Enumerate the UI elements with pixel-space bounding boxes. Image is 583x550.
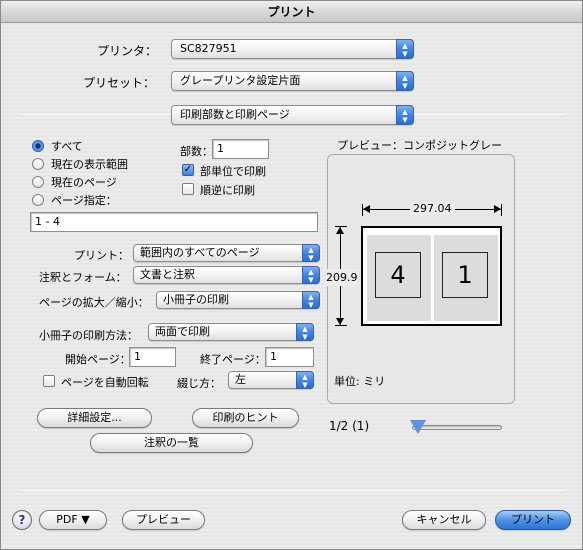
- panel-value: 印刷部数と印刷ページ: [180, 108, 290, 121]
- comments-value: 文書と注釈: [140, 268, 195, 281]
- preset-popup[interactable]: グレープリンタ設定片面 ▲ ▼: [171, 71, 414, 91]
- preview-button[interactable]: プレビュー: [122, 510, 205, 530]
- booklet-label: 小冊子の印刷方法：: [39, 329, 138, 342]
- divider-right: [415, 114, 565, 115]
- binding-value: 左: [235, 373, 246, 386]
- cancel-button[interactable]: キャンセル: [402, 510, 486, 530]
- radio-pages-label: ページ指定：: [51, 194, 117, 207]
- print-button[interactable]: プリント: [495, 510, 571, 530]
- scaling-value: 小冊子の印刷: [163, 293, 229, 306]
- up-down-arrows-icon: ▲ ▼: [396, 71, 414, 91]
- radio-current-page-label: 現在のページ: [51, 176, 117, 189]
- advanced-button[interactable]: 詳細設定...: [37, 408, 152, 428]
- radio-current-page[interactable]: [32, 176, 44, 188]
- preview-fold: [431, 230, 432, 322]
- bottom-divider: [21, 490, 565, 491]
- printer-label: プリンタ：: [97, 44, 158, 58]
- preview-title: プレビュー：コンポジットグレー: [337, 139, 502, 152]
- help-icon[interactable]: ?: [12, 510, 32, 530]
- radio-all-label: すべて: [51, 140, 83, 153]
- preview-sheet: 4 1: [361, 226, 502, 326]
- auto-rotate-checkbox[interactable]: [43, 375, 55, 387]
- print-what-label: プリント：: [74, 249, 129, 262]
- height-value: 209.9: [326, 269, 358, 286]
- print-what-value: 範囲内のすべてのページ: [140, 246, 260, 259]
- auto-rotate-label: ページを自動回転: [61, 376, 149, 389]
- scaling-label: ページの拡大／縮小：: [39, 296, 149, 309]
- comments-label: 注釈とフォーム：: [39, 271, 127, 284]
- preset-label: プリセット：: [83, 76, 156, 90]
- pages-input[interactable]: 1 - 4: [30, 212, 318, 232]
- page-counter: 1/2 (1): [329, 419, 370, 433]
- up-down-arrows-icon: ▲ ▼: [296, 323, 314, 341]
- up-down-arrows-icon: ▲ ▼: [396, 105, 414, 125]
- end-page-input[interactable]: 1: [265, 347, 314, 367]
- page-slider-thumb[interactable]: [410, 420, 426, 434]
- binding-popup[interactable]: 左 ▲ ▼: [228, 371, 314, 389]
- booklet-value: 両面で印刷: [155, 325, 210, 338]
- printer-value: SC827951: [180, 42, 237, 55]
- preview-page-left: 4: [375, 252, 421, 298]
- radio-all[interactable]: [32, 140, 44, 152]
- print-dialog: プリント プリンタ： SC827951 ▲ ▼ プリセット： グレープリンタ設定片…: [0, 0, 583, 550]
- window-title: プリント: [1, 1, 582, 23]
- panel-popup[interactable]: 印刷部数と印刷ページ ▲ ▼: [171, 105, 414, 125]
- up-down-arrows-icon: ▲ ▼: [302, 291, 320, 309]
- print-what-popup[interactable]: 範囲内のすべてのページ ▲ ▼: [133, 244, 320, 262]
- end-page-label: 終了ページ：: [200, 353, 266, 366]
- start-page-input[interactable]: 1: [129, 347, 176, 367]
- pdf-button[interactable]: PDF ▼: [39, 510, 107, 530]
- comments-popup[interactable]: 文書と注釈 ▲ ▼: [133, 266, 320, 284]
- booklet-popup[interactable]: 両面で印刷 ▲ ▼: [148, 323, 314, 341]
- start-page-label: 開始ページ：: [65, 353, 131, 366]
- copies-input[interactable]: 1: [212, 139, 269, 159]
- radio-current-view-label: 現在の表示範囲: [51, 158, 128, 171]
- summarize-comments-button[interactable]: 注釈の一覧: [90, 433, 253, 453]
- reverse-label: 順逆に印刷: [200, 184, 255, 197]
- collate-label: 部単位で印刷: [200, 165, 266, 178]
- up-down-arrows-icon: ▲ ▼: [396, 39, 414, 59]
- preview-page-right: 1: [442, 252, 488, 298]
- up-down-arrows-icon: ▲ ▼: [302, 266, 320, 284]
- width-value: 297.04: [410, 202, 455, 215]
- divider-left: [21, 114, 171, 115]
- radio-pages[interactable]: [32, 194, 44, 206]
- copies-label: 部数：: [180, 145, 213, 158]
- scaling-popup[interactable]: 小冊子の印刷 ▲ ▼: [156, 291, 320, 309]
- reverse-checkbox[interactable]: [182, 183, 194, 195]
- collate-checkbox[interactable]: ✓: [182, 164, 194, 176]
- preset-value: グレープリンタ設定片面: [180, 74, 301, 87]
- units-label: 単位: ミリ: [334, 375, 386, 388]
- up-down-arrows-icon: ▲ ▼: [302, 244, 320, 262]
- binding-label: 綴じ方：: [177, 377, 221, 390]
- radio-current-view[interactable]: [32, 158, 44, 170]
- print-hints-button[interactable]: 印刷のヒント: [192, 408, 299, 428]
- up-down-arrows-icon: ▲ ▼: [296, 371, 314, 389]
- printer-popup[interactable]: SC827951 ▲ ▼: [171, 39, 414, 59]
